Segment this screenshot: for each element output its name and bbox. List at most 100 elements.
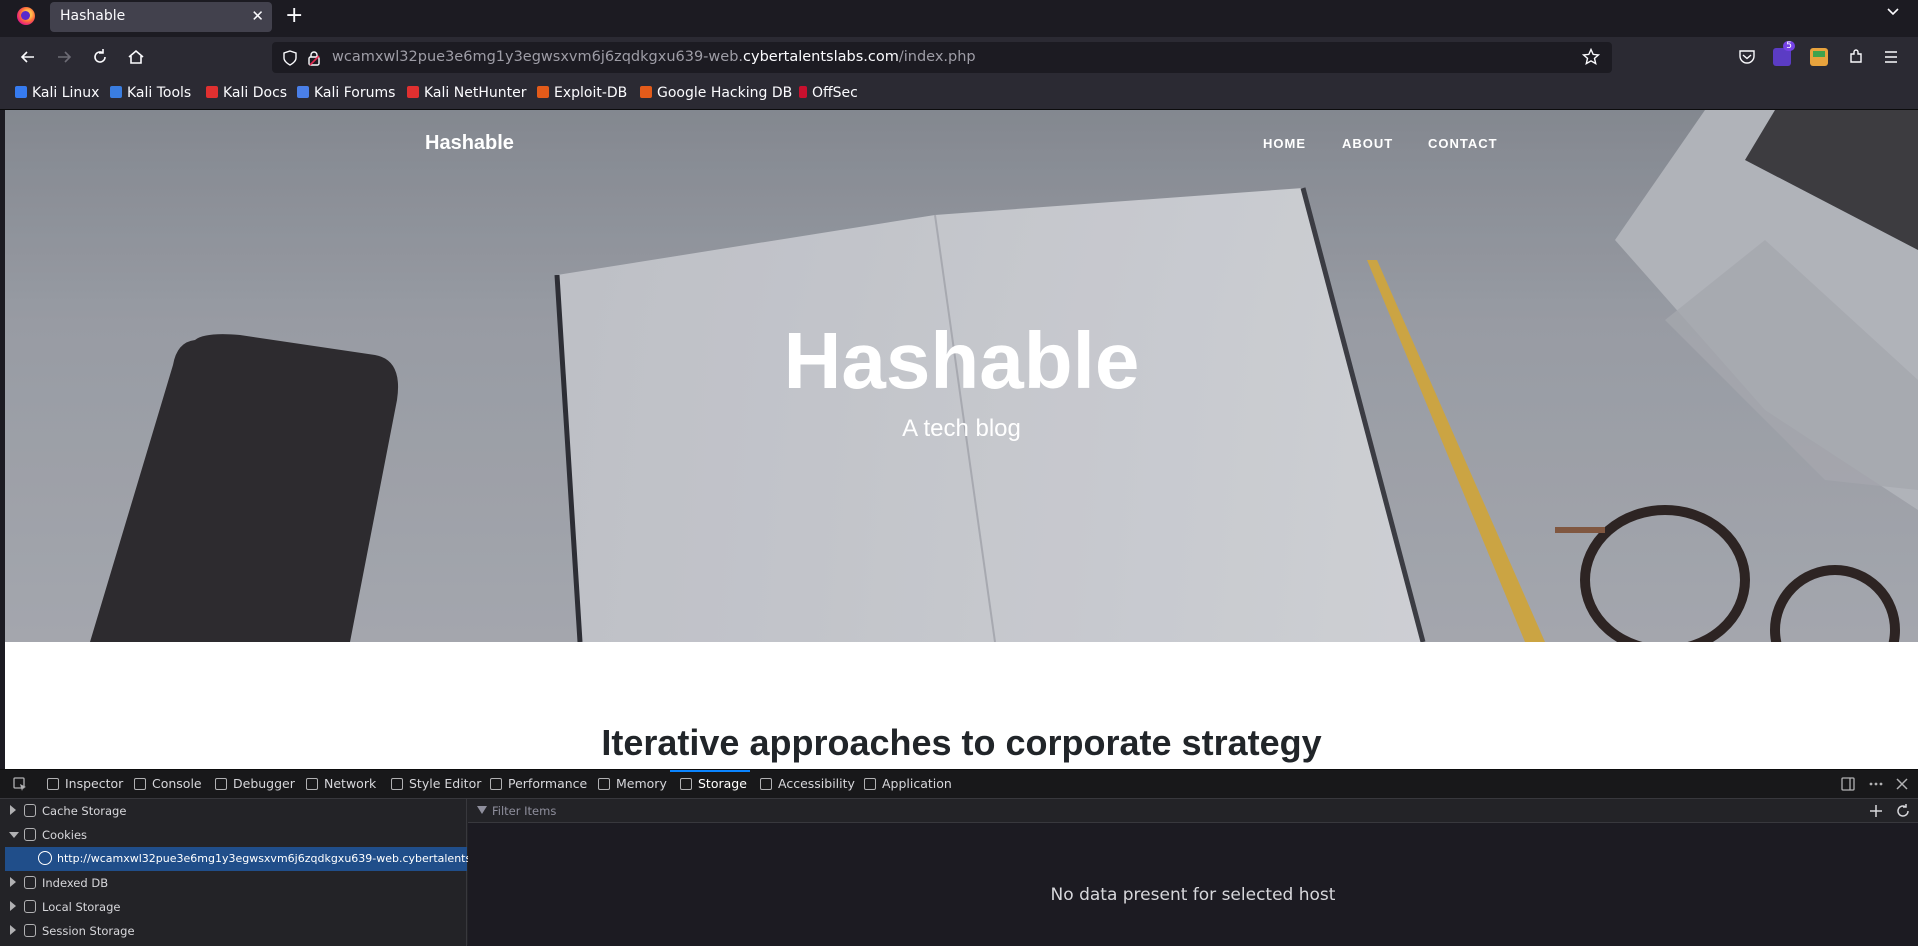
tab-inspector[interactable]: Inspector (47, 776, 123, 791)
home-icon[interactable] (126, 47, 146, 67)
tracking-protection-shield-icon[interactable] (282, 50, 298, 66)
devtools-toolbar: Inspector Console Debugger Network Style… (0, 770, 1918, 799)
storage-table-pane: Filter Items No data present for selecte… (468, 799, 1918, 946)
tab-application[interactable]: Application (864, 776, 952, 791)
tab-title: Hashable (60, 8, 126, 24)
nav-about[interactable]: ABOUT (1342, 136, 1393, 151)
address-bar[interactable]: wcamxwl32pue3e6mg1y3egwsxvm6j6zqdkgxu639… (272, 42, 1612, 73)
expand-arrow-icon[interactable] (10, 925, 16, 935)
tab-label: Application (882, 776, 952, 791)
filter-input[interactable]: Filter Items (492, 804, 556, 818)
bookmark-exploit-db[interactable]: Exploit-DB (537, 85, 627, 101)
tree-item-session-storage[interactable]: Session Storage (0, 919, 467, 943)
bookmark-kali-docs[interactable]: Kali Docs (206, 85, 287, 101)
firefox-logo-icon[interactable] (17, 7, 35, 25)
url-text[interactable]: wcamxwl32pue3e6mg1y3egwsxvm6j6zqdkgxu639… (332, 49, 976, 65)
bookmark-offsec[interactable]: OffSec (799, 85, 858, 101)
performance-icon (490, 778, 502, 790)
refresh-icon[interactable] (1895, 803, 1911, 819)
nethunter-icon (407, 86, 419, 98)
tab-label: Style Editor (409, 776, 482, 791)
tab-strip: Hashable ✕ + (0, 0, 1918, 33)
console-icon (134, 778, 146, 790)
bookmark-label: Kali Docs (223, 85, 288, 101)
lock-icon[interactable] (306, 50, 322, 66)
collapse-arrow-icon[interactable] (9, 832, 19, 838)
nav-home[interactable]: HOME (1263, 136, 1306, 151)
tree-item-cache-storage[interactable]: Cache Storage (0, 799, 467, 823)
pocket-icon[interactable] (1738, 48, 1756, 66)
tab-label: Storage (698, 776, 747, 791)
burp-extension-icon[interactable] (1810, 48, 1828, 66)
bookmark-label: Google Hacking DB (657, 85, 793, 101)
bookmark-label: Kali Forums (314, 85, 396, 101)
kali-icon (15, 86, 27, 98)
tab-label: Inspector (65, 776, 124, 791)
tree-item-label: Cookies (42, 828, 88, 842)
tab-memory[interactable]: Memory (598, 776, 667, 791)
add-item-icon[interactable] (1868, 803, 1884, 819)
tree-item-label: Indexed DB (42, 876, 109, 890)
tab-storage[interactable]: Storage (680, 776, 747, 791)
offsec-icon (799, 86, 807, 98)
hamburger-menu-icon[interactable] (1882, 48, 1900, 66)
tree-item-indexed-db[interactable]: Indexed DB (0, 871, 467, 895)
kali-forums-icon (297, 86, 309, 98)
application-icon (864, 778, 876, 790)
tree-item-cookie-host[interactable]: http://wcamxwl32pue3e6mg1y3egwsxvm6j6zqd… (5, 847, 521, 871)
more-options-icon[interactable] (1868, 776, 1884, 792)
tab-console[interactable]: Console (134, 776, 202, 791)
devtools-panel: Inspector Console Debugger Network Style… (0, 769, 1918, 946)
bookmark-kali-linux[interactable]: Kali Linux (15, 85, 99, 101)
tab-accessibility[interactable]: Accessibility (760, 776, 855, 791)
forward-icon[interactable] (54, 47, 74, 67)
dock-toggle-icon[interactable] (1840, 776, 1856, 792)
post-title[interactable]: Iterative approaches to corporate strate… (5, 722, 1918, 764)
bookmark-label: Kali NetHunter (424, 85, 527, 101)
tab-debugger[interactable]: Debugger (215, 776, 295, 791)
close-devtools-icon[interactable] (1894, 776, 1910, 792)
tab-hashable[interactable]: Hashable ✕ (50, 2, 272, 32)
inspector-icon (47, 778, 59, 790)
expand-arrow-icon[interactable] (10, 901, 16, 911)
database-icon (24, 900, 36, 913)
bookmark-star-icon[interactable] (1582, 48, 1600, 66)
empty-state-message: No data present for selected host (1050, 885, 1336, 905)
element-picker-icon[interactable] (12, 776, 28, 792)
expand-arrow-icon[interactable] (10, 805, 16, 815)
storage-icon (680, 778, 692, 790)
back-icon[interactable] (18, 47, 38, 67)
extensions-puzzle-icon[interactable] (1847, 48, 1865, 66)
extension-badge-count: 5 (1783, 41, 1795, 51)
chevron-down-icon[interactable] (1886, 5, 1900, 19)
bookmark-label: OffSec (812, 85, 858, 101)
hero-header: Hashable HOME ABOUT CONTACT Hashable A t… (5, 110, 1918, 642)
tab-label: Debugger (233, 776, 295, 791)
navigation-toolbar: wcamxwl32pue3e6mg1y3egwsxvm6j6zqdkgxu639… (0, 37, 1918, 79)
tree-item-cookies[interactable]: Cookies (0, 823, 467, 847)
network-icon (306, 778, 318, 790)
tab-label: Network (324, 776, 377, 791)
tree-item-label: Cache Storage (42, 804, 127, 818)
tab-label: Console (152, 776, 202, 791)
tree-item-local-storage[interactable]: Local Storage (0, 895, 467, 919)
nav-contact[interactable]: CONTACT (1428, 136, 1498, 151)
new-tab-icon[interactable]: + (285, 3, 303, 29)
tab-label: Memory (616, 776, 667, 791)
tab-performance[interactable]: Performance (490, 776, 587, 791)
bookmark-kali-forums[interactable]: Kali Forums (297, 85, 395, 101)
database-icon (24, 924, 36, 937)
site-brand[interactable]: Hashable (425, 132, 514, 155)
tab-network[interactable]: Network (306, 776, 376, 791)
bookmark-google-hacking-db[interactable]: Google Hacking DB (640, 85, 792, 101)
bookmark-kali-nethunter[interactable]: Kali NetHunter (407, 85, 526, 101)
extension-badge-icon[interactable]: 5 (1773, 41, 1795, 66)
tab-style-editor[interactable]: Style Editor (391, 776, 481, 791)
debugger-icon (215, 778, 227, 790)
url-domain: cybertalentslabs.com (743, 49, 899, 65)
bookmark-kali-tools[interactable]: Kali Tools (110, 85, 191, 101)
expand-arrow-icon[interactable] (10, 877, 16, 887)
reload-icon[interactable] (90, 47, 110, 67)
close-tab-icon[interactable]: ✕ (251, 7, 264, 25)
ghdb-icon (640, 86, 652, 98)
